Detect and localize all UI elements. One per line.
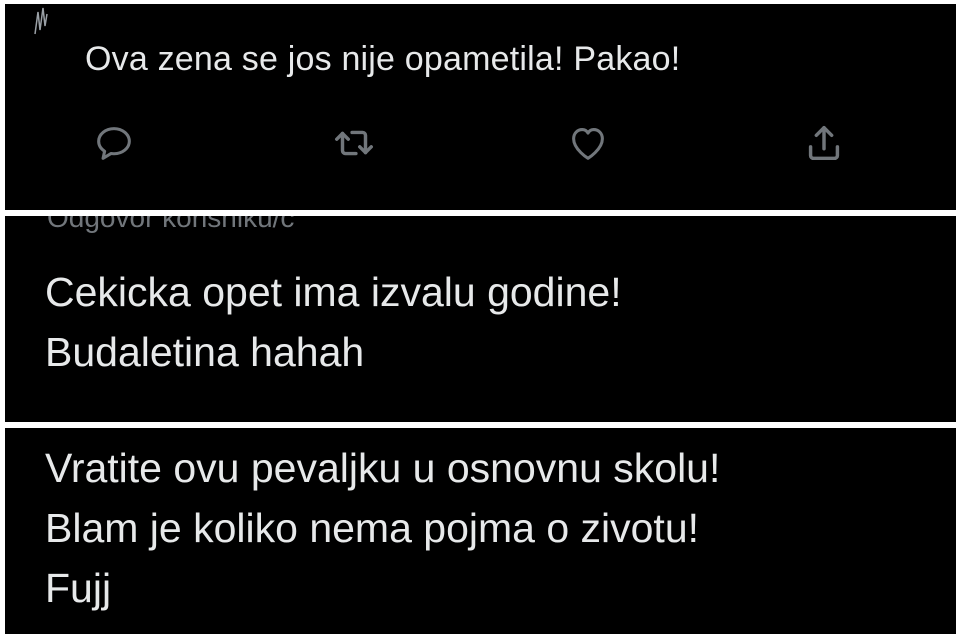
tweet-text: Ova zena se jos nije opametila! Pakao!	[85, 40, 681, 78]
reply-panel-1: Odgovor korisniku/c Cekicka opet ima izv…	[5, 216, 956, 422]
tweet-actions	[5, 118, 956, 168]
retweet-button[interactable]	[329, 118, 379, 168]
share-button[interactable]	[799, 118, 849, 168]
reply-line: Vratite ovu pevaljku u osnovnu skolu!	[45, 445, 721, 491]
reply-panel-2: Vratite ovu pevaljku u osnovnu skolu! Bl…	[5, 428, 956, 634]
heart-icon	[572, 128, 604, 160]
retweet-icon	[335, 130, 373, 156]
reply-to-label: Odgovor korisniku/c	[47, 216, 295, 233]
avatar-scribble-icon	[34, 7, 48, 35]
reply-line: Blam je koliko nema pojma o zivotu!	[45, 505, 700, 551]
share-icon	[808, 125, 840, 161]
reply-line: Budaletina hahah	[45, 329, 365, 375]
reply-button[interactable]	[89, 118, 139, 168]
reply-icon	[97, 127, 131, 160]
tweet-panel: Ova zena se jos nije opametila! Pakao!	[5, 4, 956, 210]
like-button[interactable]	[563, 118, 613, 168]
reply-text: Vratite ovu pevaljku u osnovnu skolu! Bl…	[45, 438, 720, 618]
reply-text: Cekicka opet ima izvalu godine! Budaleti…	[45, 262, 622, 382]
reply-line: Fujj	[45, 565, 112, 611]
reply-line: Cekicka opet ima izvalu godine!	[45, 269, 622, 315]
